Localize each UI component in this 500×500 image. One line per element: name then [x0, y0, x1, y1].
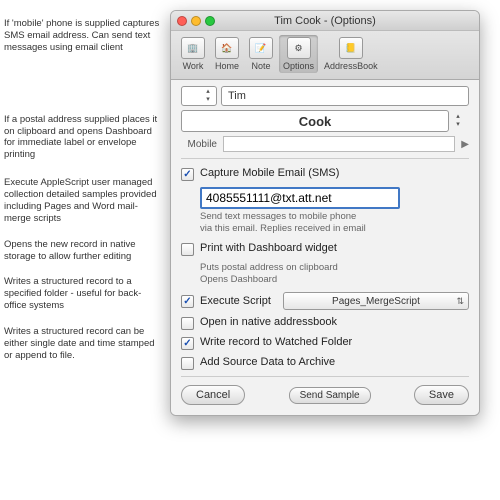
- capture-sms-checkbox[interactable]: [181, 168, 194, 181]
- toolbar-note[interactable]: 📝 Note: [245, 35, 277, 73]
- toolbar-home[interactable]: 🏠 Home: [211, 35, 243, 73]
- dashboard-help-1: Puts postal address on clipboard: [200, 262, 469, 274]
- title-select[interactable]: ▴▾: [181, 86, 217, 106]
- watched-label: Write record to Watched Folder: [200, 336, 352, 348]
- disclosure-icon[interactable]: ▶: [461, 139, 469, 150]
- script-checkbox[interactable]: [181, 295, 194, 308]
- last-name-field[interactable]: Cook: [181, 110, 449, 132]
- annotation-sms: If 'mobile' phone is supplied captures S…: [4, 18, 162, 54]
- annotation-watched: Writes a structured record to a specifie…: [4, 276, 162, 312]
- script-select[interactable]: Pages_MergeScript: [283, 292, 469, 310]
- capture-sms-label: Capture Mobile Email (SMS): [200, 167, 339, 179]
- archive-checkbox[interactable]: [181, 357, 194, 370]
- watched-checkbox[interactable]: [181, 337, 194, 350]
- titlebar: Tim Cook - (Options): [171, 11, 479, 31]
- addressbook-icon: 📒: [339, 37, 363, 59]
- dashboard-help-2: Opens Dashboard: [200, 274, 469, 286]
- window-title: Tim Cook - (Options): [171, 15, 479, 27]
- mobile-field[interactable]: [223, 136, 455, 152]
- first-name-field[interactable]: Tim: [221, 86, 469, 106]
- annotation-dashboard: If a postal address supplied places it o…: [4, 114, 162, 162]
- annotation-script: Execute AppleScript user managed collect…: [4, 177, 162, 225]
- home-icon: 🏠: [215, 37, 239, 59]
- work-icon: 🏢: [181, 37, 205, 59]
- toolbar: 🏢 Work 🏠 Home 📝 Note ⚙ Options 📒 Address…: [171, 31, 479, 80]
- separator: [181, 158, 469, 159]
- open-native-label: Open in native addressbook: [200, 316, 337, 328]
- toolbar-work[interactable]: 🏢 Work: [177, 35, 209, 73]
- last-name-stepper[interactable]: ▴▾: [453, 110, 469, 132]
- sms-email-field[interactable]: 4085551111@txt.att.net: [200, 187, 400, 209]
- save-button[interactable]: Save: [414, 385, 469, 405]
- toolbar-options[interactable]: ⚙ Options: [279, 35, 318, 73]
- dashboard-label: Print with Dashboard widget: [200, 242, 337, 254]
- script-label: Execute Script: [200, 295, 271, 307]
- open-native-checkbox[interactable]: [181, 317, 194, 330]
- annotation-archive: Writes a structured record can be either…: [4, 326, 162, 362]
- archive-label: Add Source Data to Archive: [200, 356, 335, 368]
- options-pane: ▴▾ Tim Cook ▴▾ Mobile ▶ Capture Mobile E…: [171, 80, 479, 415]
- note-icon: 📝: [249, 37, 273, 59]
- options-window: Tim Cook - (Options) 🏢 Work 🏠 Home 📝 Not…: [170, 10, 480, 416]
- toolbar-addressbook[interactable]: 📒 AddressBook: [320, 35, 382, 73]
- dashboard-checkbox[interactable]: [181, 243, 194, 256]
- sms-help-1: Send text messages to mobile phone: [200, 211, 469, 223]
- options-icon: ⚙: [287, 37, 311, 59]
- sms-help-2: via this email. Replies received in emai…: [200, 223, 469, 235]
- mobile-label: Mobile: [181, 139, 217, 150]
- annotation-column: If 'mobile' phone is supplied captures S…: [4, 18, 162, 376]
- annotation-native: Opens the new record in native storage t…: [4, 239, 162, 263]
- cancel-button[interactable]: Cancel: [181, 385, 245, 405]
- send-sample-button[interactable]: Send Sample: [289, 387, 371, 404]
